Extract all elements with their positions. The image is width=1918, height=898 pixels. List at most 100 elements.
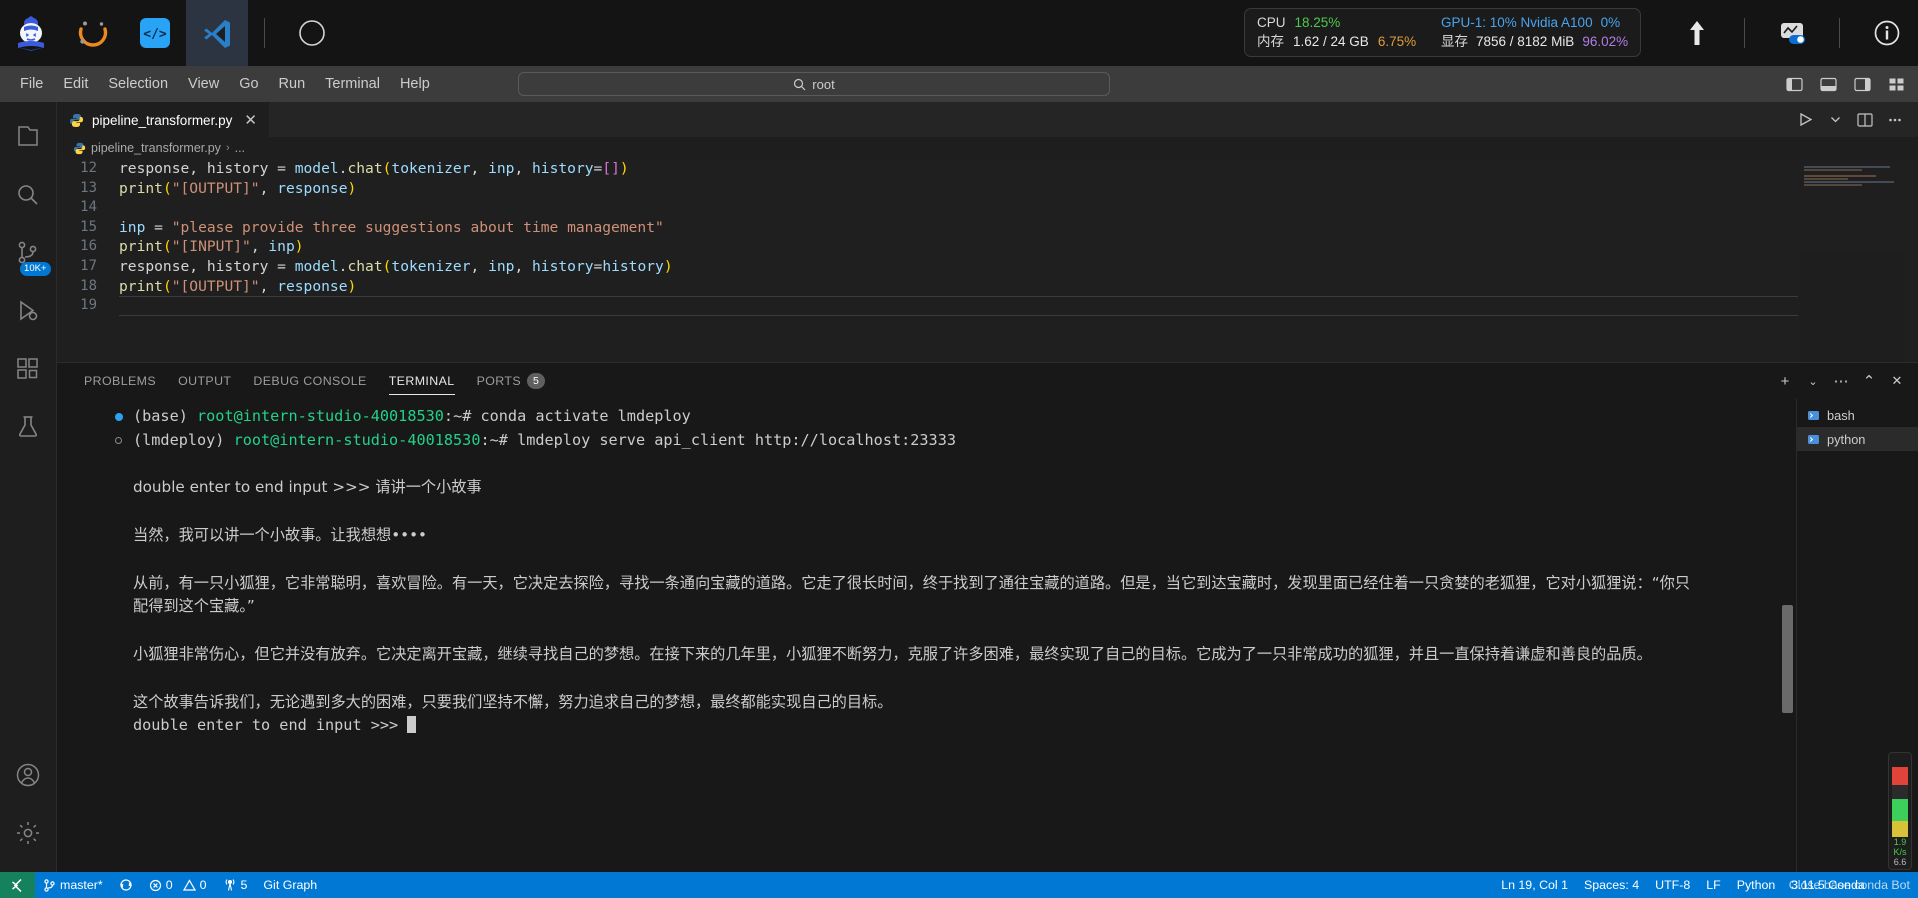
toggle-primary-sidebar-icon[interactable] (1780, 70, 1808, 98)
status-indentation[interactable]: Spaces: 4 (1576, 872, 1647, 898)
search-icon[interactable] (0, 166, 57, 224)
menu-help[interactable]: Help (390, 72, 440, 96)
terminal-dropdown-icon[interactable]: ⌄ (1800, 368, 1826, 394)
warning-icon (182, 878, 196, 892)
vscode-body: 10K+ pipeline_transformer.py ✕ pipeline_… (0, 102, 1918, 872)
panel-more-actions-icon[interactable]: ⋯ (1828, 368, 1854, 394)
intern-studio-logo-icon[interactable] (0, 0, 62, 66)
editor-overview-ruler[interactable] (1904, 159, 1918, 362)
tab-ports[interactable]: PORTS 5 (466, 363, 557, 399)
explorer-icon[interactable] (0, 108, 57, 166)
terminal-scrollbar[interactable] (1782, 605, 1793, 713)
line-content: response, history = model.chat(tokenizer… (119, 257, 673, 275)
status-eol[interactable]: LF (1698, 872, 1728, 898)
line-number: 15 (80, 218, 97, 235)
system-resource-monitor: CPU 18.25% GPU-1: 10% Nvidia A100 0% 内存 … (1244, 8, 1642, 57)
terminal-item-python[interactable]: python (1797, 427, 1918, 451)
new-terminal-icon[interactable]: + (1772, 368, 1798, 394)
editor-minimap[interactable] (1800, 159, 1904, 362)
ports-radio-tower-icon (223, 878, 237, 892)
status-problems[interactable]: 0 0 (141, 872, 215, 898)
remote-indicator[interactable] (0, 872, 35, 898)
upload-arrow-icon[interactable] (1666, 0, 1728, 66)
more-actions-icon[interactable] (1882, 107, 1908, 133)
tab-terminal[interactable]: TERMINAL (378, 363, 466, 399)
split-editor-icon[interactable] (1852, 107, 1878, 133)
info-icon[interactable] (1856, 0, 1918, 66)
network-speed-widget: 1.9 K/s 6.6 (1888, 752, 1912, 870)
source-control-icon[interactable]: 10K+ (0, 224, 57, 282)
command-center-text: root (812, 76, 835, 92)
toggle-secondary-sidebar-icon[interactable] (1848, 70, 1876, 98)
tab-output[interactable]: OUTPUT (167, 363, 242, 399)
vram-percent: 96.02% (1582, 34, 1629, 49)
status-git-graph[interactable]: Git Graph (255, 872, 325, 898)
line-content (119, 296, 1798, 316)
menu-view[interactable]: View (178, 72, 229, 96)
terminal-line: 从前，有一只小狐狸，它非常聪明，喜欢冒险。有一天，它决定去探险，寻找一条通向宝藏… (133, 573, 1690, 616)
status-ports[interactable]: 5 (215, 872, 256, 898)
editor-group: pipeline_transformer.py ✕ pipeline_trans… (57, 102, 1918, 362)
customize-layout-icon[interactable] (1882, 70, 1910, 98)
menu-run[interactable]: Run (269, 72, 316, 96)
run-python-file-icon[interactable] (1792, 107, 1818, 133)
command-center-search[interactable]: root (518, 72, 1110, 96)
terminal-bash-label: bash (1827, 407, 1855, 423)
status-cursor-position[interactable]: Ln 19, Col 1 (1493, 872, 1576, 898)
menu-go[interactable]: Go (229, 72, 268, 96)
status-branch[interactable]: master* (35, 872, 111, 898)
menu-edit[interactable]: Edit (53, 72, 98, 96)
status-branch-label: master* (60, 878, 103, 892)
terminal-line: 当然，我可以讲一个小故事。让我想想•••• (133, 525, 428, 544)
menu-file[interactable]: File (10, 72, 53, 96)
editor-tab-actions (1792, 102, 1908, 137)
run-chevron-icon[interactable] (1822, 107, 1848, 133)
gpu-percent: 0% (1600, 15, 1621, 30)
command-status-dot-icon (115, 436, 122, 444)
run-and-debug-icon[interactable] (0, 282, 57, 340)
toggle-panel-icon[interactable] (1814, 70, 1842, 98)
code-line: 15 inp = "please provide three suggestion… (57, 218, 1918, 238)
extensions-icon[interactable] (0, 340, 57, 398)
tab-label: pipeline_transformer.py (92, 112, 233, 128)
conda-icon[interactable] (62, 0, 124, 66)
code-editor[interactable]: 12 response, history = model.chat(tokeniz… (57, 159, 1918, 362)
terminal-lines: (base) root@intern-studio-40018530:~# co… (57, 405, 1796, 738)
status-conda-env[interactable]: Close base conda Bot (1781, 872, 1918, 898)
status-language-mode[interactable]: Python (1729, 872, 1784, 898)
menu-selection[interactable]: Selection (98, 72, 178, 96)
menu-terminal[interactable]: Terminal (315, 72, 390, 96)
vscode-window: File Edit Selection View Go Run Terminal… (0, 66, 1918, 898)
tab-debug-console[interactable]: DEBUG CONSOLE (242, 363, 377, 399)
terminal-bash-icon (1807, 409, 1820, 422)
breadcrumb-file[interactable]: pipeline_transformer.py (91, 141, 221, 155)
app-launcher: </> (0, 0, 343, 66)
breadcrumb-symbol[interactable]: ... (235, 141, 245, 155)
tab-problems[interactable]: PROBLEMS (73, 363, 167, 399)
terminal-item-bash[interactable]: bash (1797, 403, 1918, 427)
line-number: 12 (80, 160, 97, 176)
error-count: 0 (165, 878, 173, 892)
tab-pipeline-transformer[interactable]: pipeline_transformer.py ✕ (57, 102, 270, 137)
accounts-icon[interactable] (0, 746, 57, 804)
line-content: response, history = model.chat(tokenizer… (119, 160, 629, 177)
panel-tabs: PROBLEMS OUTPUT DEBUG CONSOLE TERMINAL P… (57, 363, 1918, 399)
status-encoding[interactable]: UTF-8 (1647, 872, 1698, 898)
code-brackets-icon[interactable]: </> (124, 0, 186, 66)
compass-icon[interactable] (281, 0, 343, 66)
code-line: 19 (57, 296, 1918, 316)
maximize-panel-icon[interactable]: ⌃ (1856, 368, 1882, 394)
testing-icon[interactable] (0, 398, 57, 456)
network-speed-unit: K/s (1893, 847, 1907, 857)
vram-value: 7856 / 8182 MiB (1476, 34, 1575, 49)
status-sync[interactable] (111, 872, 141, 898)
monitor-toggle-icon[interactable] (1761, 0, 1823, 66)
settings-gear-icon[interactable] (0, 804, 57, 862)
close-panel-icon[interactable]: ✕ (1884, 368, 1910, 394)
terminal-output[interactable]: (base) root@intern-studio-40018530:~# co… (57, 399, 1796, 872)
vscode-icon[interactable] (186, 0, 248, 66)
close-icon[interactable]: ✕ (244, 111, 257, 129)
